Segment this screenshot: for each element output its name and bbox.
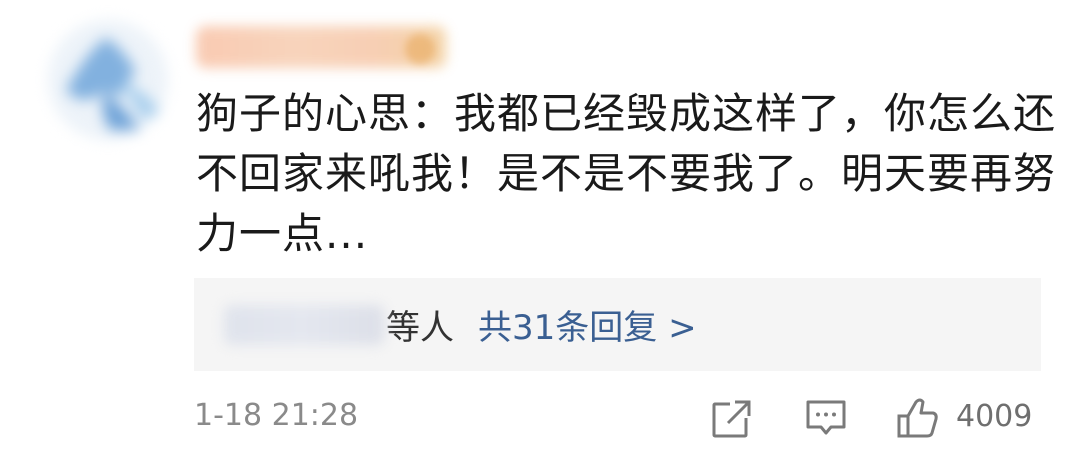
comment-item: 狗子的心思：我都已经毁成这样了，你怎么还不回家来吼我！是不是不要我了。明天要再努… xyxy=(0,0,1080,450)
reply-suffix: 等人 xyxy=(386,308,454,348)
reply-summary[interactable]: 等人 共31条回复 > xyxy=(194,278,1041,371)
timestamp: 1-18 21:28 xyxy=(194,398,359,433)
verified-badge-icon xyxy=(405,34,435,64)
comment-footer: 1-18 21:28 4009 xyxy=(194,392,1041,446)
avatar[interactable] xyxy=(48,20,168,140)
view-replies-link[interactable]: 共31条回复 > xyxy=(478,300,697,349)
comment-text: 狗子的心思：我都已经毁成这样了，你怎么还不回家来吼我！是不是不要我了。明天要再努… xyxy=(196,89,1057,258)
like-button[interactable] xyxy=(896,396,940,440)
reply-user-names[interactable] xyxy=(224,304,384,345)
avatar-image xyxy=(48,20,168,140)
share-icon xyxy=(712,398,752,438)
thumb-up-icon xyxy=(897,398,938,438)
comment-icon xyxy=(806,400,846,435)
comment-button[interactable] xyxy=(804,396,848,440)
like-count[interactable]: 4009 xyxy=(956,399,1032,434)
share-button[interactable] xyxy=(710,396,754,440)
